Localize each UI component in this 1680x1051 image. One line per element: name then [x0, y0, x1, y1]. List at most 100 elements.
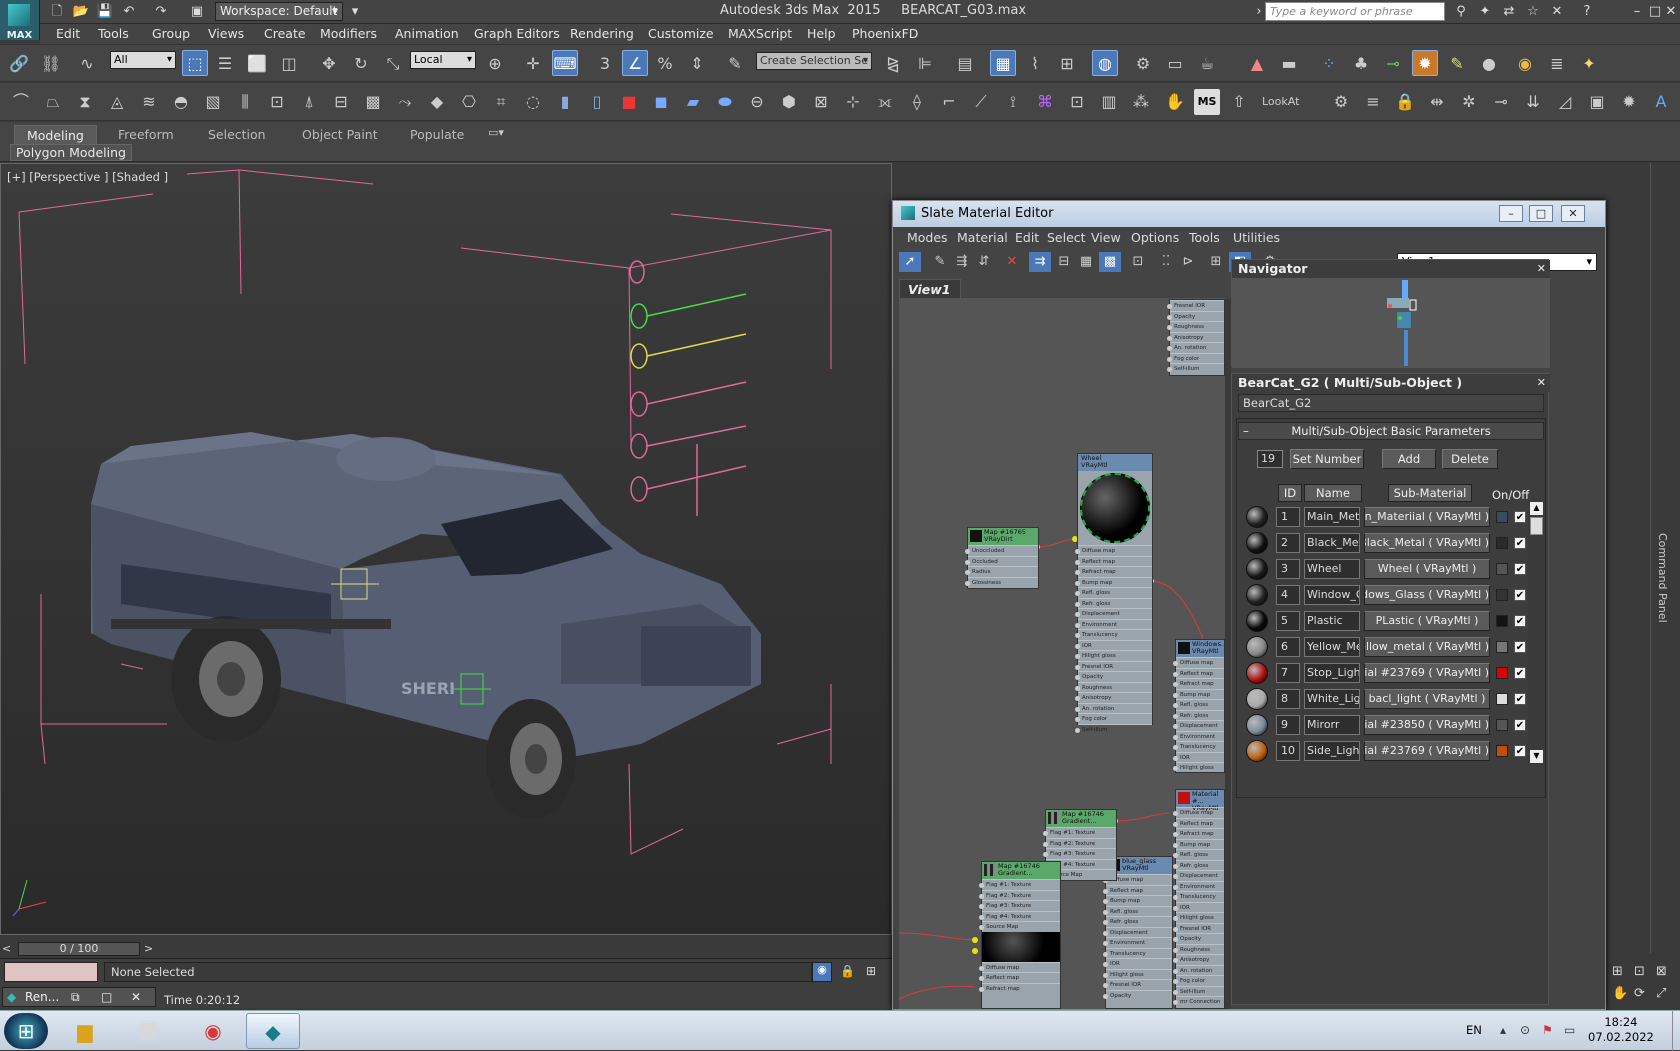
wedge-icon[interactable]: ◿ [1552, 89, 1578, 115]
node-port[interactable]: Self-illum [1075, 723, 1152, 735]
language-indicator[interactable]: EN [1466, 1023, 1482, 1037]
sme-menu-modes[interactable]: Modes [907, 230, 948, 245]
sme-title-bar[interactable]: Slate Material Editor – □ ✕ [893, 201, 1605, 227]
scroll-up-icon[interactable]: ▲ [1530, 502, 1543, 515]
distribute-icon[interactable]: ⇹ [1424, 89, 1450, 115]
node-port[interactable]: Flag #2: Texture [979, 889, 1060, 901]
path-deform-icon[interactable]: ⤳ [392, 89, 418, 115]
diffuse-color-swatch[interactable] [1496, 641, 1508, 653]
clock[interactable]: 18:24 07.02.2022 [1588, 1015, 1654, 1045]
node-port[interactable]: Occluded [965, 555, 1038, 567]
node-port[interactable]: Fresnel IOR [1075, 660, 1152, 672]
node-port[interactable]: Anisotropy [1173, 954, 1224, 965]
material-ball-icon[interactable] [1246, 740, 1268, 762]
material-ball-icon[interactable] [1246, 558, 1268, 580]
node-port[interactable]: Flag #1: Texture [1043, 827, 1116, 838]
delete-selected-icon[interactable]: ✕ [1001, 252, 1023, 272]
select-object-icon[interactable]: ⬚ [182, 50, 208, 76]
sub-material-id[interactable]: 7 [1276, 663, 1300, 683]
menu-animation[interactable]: Animation [395, 26, 459, 41]
sme-menu-tools[interactable]: Tools [1189, 230, 1220, 245]
node-port[interactable]: Displacement [1103, 926, 1172, 938]
diffuse-color-swatch[interactable] [1496, 667, 1508, 679]
node-port[interactable]: Flag #1: Texture [979, 879, 1060, 890]
diffuse-color-swatch[interactable] [1496, 693, 1508, 705]
sub-material-id[interactable]: 10 [1276, 741, 1300, 761]
keyboard-shortcut-override-icon[interactable]: ⌨ [552, 50, 578, 76]
node-port[interactable]: Opacity [1167, 310, 1224, 322]
perspective-viewport[interactable]: [+] [Perspective ] [Shaded ] SHERI [0, 163, 892, 935]
polygon-modeling-panel[interactable]: Polygon Modeling [10, 144, 132, 161]
menu-group[interactable]: Group [152, 26, 190, 41]
node-port[interactable]: Environment [1173, 730, 1224, 742]
minimize-icon[interactable]: – [1628, 3, 1646, 21]
edit-named-selection-icon[interactable]: ✎ [722, 51, 748, 77]
bind-space-warp-icon[interactable]: ∿ [74, 51, 100, 77]
windows-material-node[interactable]: Windows... VRayMtl Diffuse map Reflect ma… [1173, 639, 1225, 773]
node-port[interactable]: IOR [1103, 958, 1172, 969]
selection-lock-icon[interactable]: 🔒 [840, 964, 855, 978]
node-port[interactable]: Fresnel IOR [1103, 979, 1172, 990]
sub-material-button[interactable]: Material #23850 ( VRayMtl ) [1364, 715, 1490, 735]
up-arrow-icon[interactable]: ⇧ [1226, 89, 1252, 115]
node-port[interactable]: Anisotropy [1167, 331, 1224, 343]
view1-tab[interactable]: View1 [899, 279, 961, 299]
sub-material-id[interactable]: 2 [1276, 533, 1300, 553]
node-port[interactable]: Reflect map [1103, 884, 1172, 896]
close-icon[interactable]: ✕ [131, 988, 141, 1006]
on-off-checkbox[interactable]: ✔ [1514, 537, 1526, 549]
node-header[interactable]: Map #16746 Gradient... [982, 862, 1060, 879]
node-port[interactable]: Diffuse map [1075, 545, 1152, 556]
spline-icon[interactable]: ⌘ [1032, 89, 1058, 115]
node-port[interactable]: Refl. gloss [1173, 849, 1224, 860]
node-port[interactable]: Anisotropy [1075, 692, 1152, 703]
on-off-checkbox[interactable]: ✔ [1514, 615, 1526, 627]
material-parameter-editor-icon[interactable]: ⊞ [1205, 252, 1227, 272]
node-port[interactable]: IOR [1173, 901, 1224, 913]
close-icon[interactable]: ✕ [1537, 374, 1546, 392]
maxscript-listener-field[interactable] [4, 962, 98, 982]
add-button[interactable]: Add [1382, 449, 1436, 469]
sub-material-name[interactable]: Wheel [1304, 559, 1360, 579]
sub-material-name[interactable]: White_Light [1304, 689, 1360, 709]
restore-icon[interactable]: ⧉ [71, 988, 80, 1006]
sub-material-scrollbar[interactable]: ▲ ▼ [1528, 502, 1544, 766]
node-port[interactable]: Roughness [1075, 681, 1152, 693]
diffuse-color-swatch[interactable] [1496, 745, 1508, 757]
tab-freeform[interactable]: Freeform [106, 125, 186, 144]
sphere-icon[interactable]: ● [1476, 51, 1502, 77]
time-next-icon[interactable]: > [144, 942, 153, 955]
sme-menu-utilities[interactable]: Utilities [1233, 230, 1280, 245]
delete-button[interactable]: Delete [1442, 449, 1498, 469]
sme-menu-edit[interactable]: Edit [1015, 230, 1039, 245]
move-icon[interactable]: ✥ [316, 51, 342, 77]
node-port[interactable]: Opacity [1103, 989, 1172, 1001]
sme-menu-options[interactable]: Options [1131, 230, 1179, 245]
node-port[interactable]: Fresnel IOR [1167, 300, 1224, 311]
material-ball-icon[interactable] [1246, 636, 1268, 658]
node-port[interactable]: Hilight gloss [1173, 912, 1224, 923]
maximize-icon[interactable]: □ [1529, 205, 1553, 222]
node-port[interactable]: Radius [965, 566, 1038, 577]
on-off-checkbox[interactable]: ✔ [1514, 511, 1526, 523]
geosphere-icon[interactable]: ⬢ [776, 89, 802, 115]
menu-help[interactable]: Help [807, 26, 836, 41]
helper-icon[interactable]: ⊸ [1380, 51, 1406, 77]
vraydirt-map-node[interactable]: Map #16765 VRayDirt Unoccluded Occluded R… [965, 527, 1039, 589]
slice-icon[interactable]: ⟋ [968, 89, 994, 115]
multi-sub-rollout[interactable]: – Multi/Sub-Object Basic Parameters [1238, 422, 1544, 440]
show-background-icon[interactable]: ▩ [1099, 252, 1121, 272]
zoom-all-icon[interactable]: ⊡ [1634, 964, 1645, 979]
chrome-icon[interactable]: ◉ [186, 1013, 240, 1049]
cog-icon[interactable]: ✲ [1456, 89, 1482, 115]
node-port[interactable]: Translucency [1173, 891, 1224, 902]
sym-icon[interactable]: ⎔ [456, 89, 482, 115]
render-production-icon[interactable]: ☕ [1194, 51, 1220, 77]
render-setup-icon[interactable]: ⚙ [1130, 51, 1156, 77]
menu-customize[interactable]: Customize [648, 26, 714, 41]
node-port[interactable]: Fog color [1173, 975, 1224, 986]
sme-menu-select[interactable]: Select [1047, 230, 1086, 245]
percent-snap-icon[interactable]: % [652, 51, 678, 77]
sub-material-id[interactable]: 6 [1276, 637, 1300, 657]
node-port[interactable]: Refr. gloss [1173, 859, 1224, 871]
